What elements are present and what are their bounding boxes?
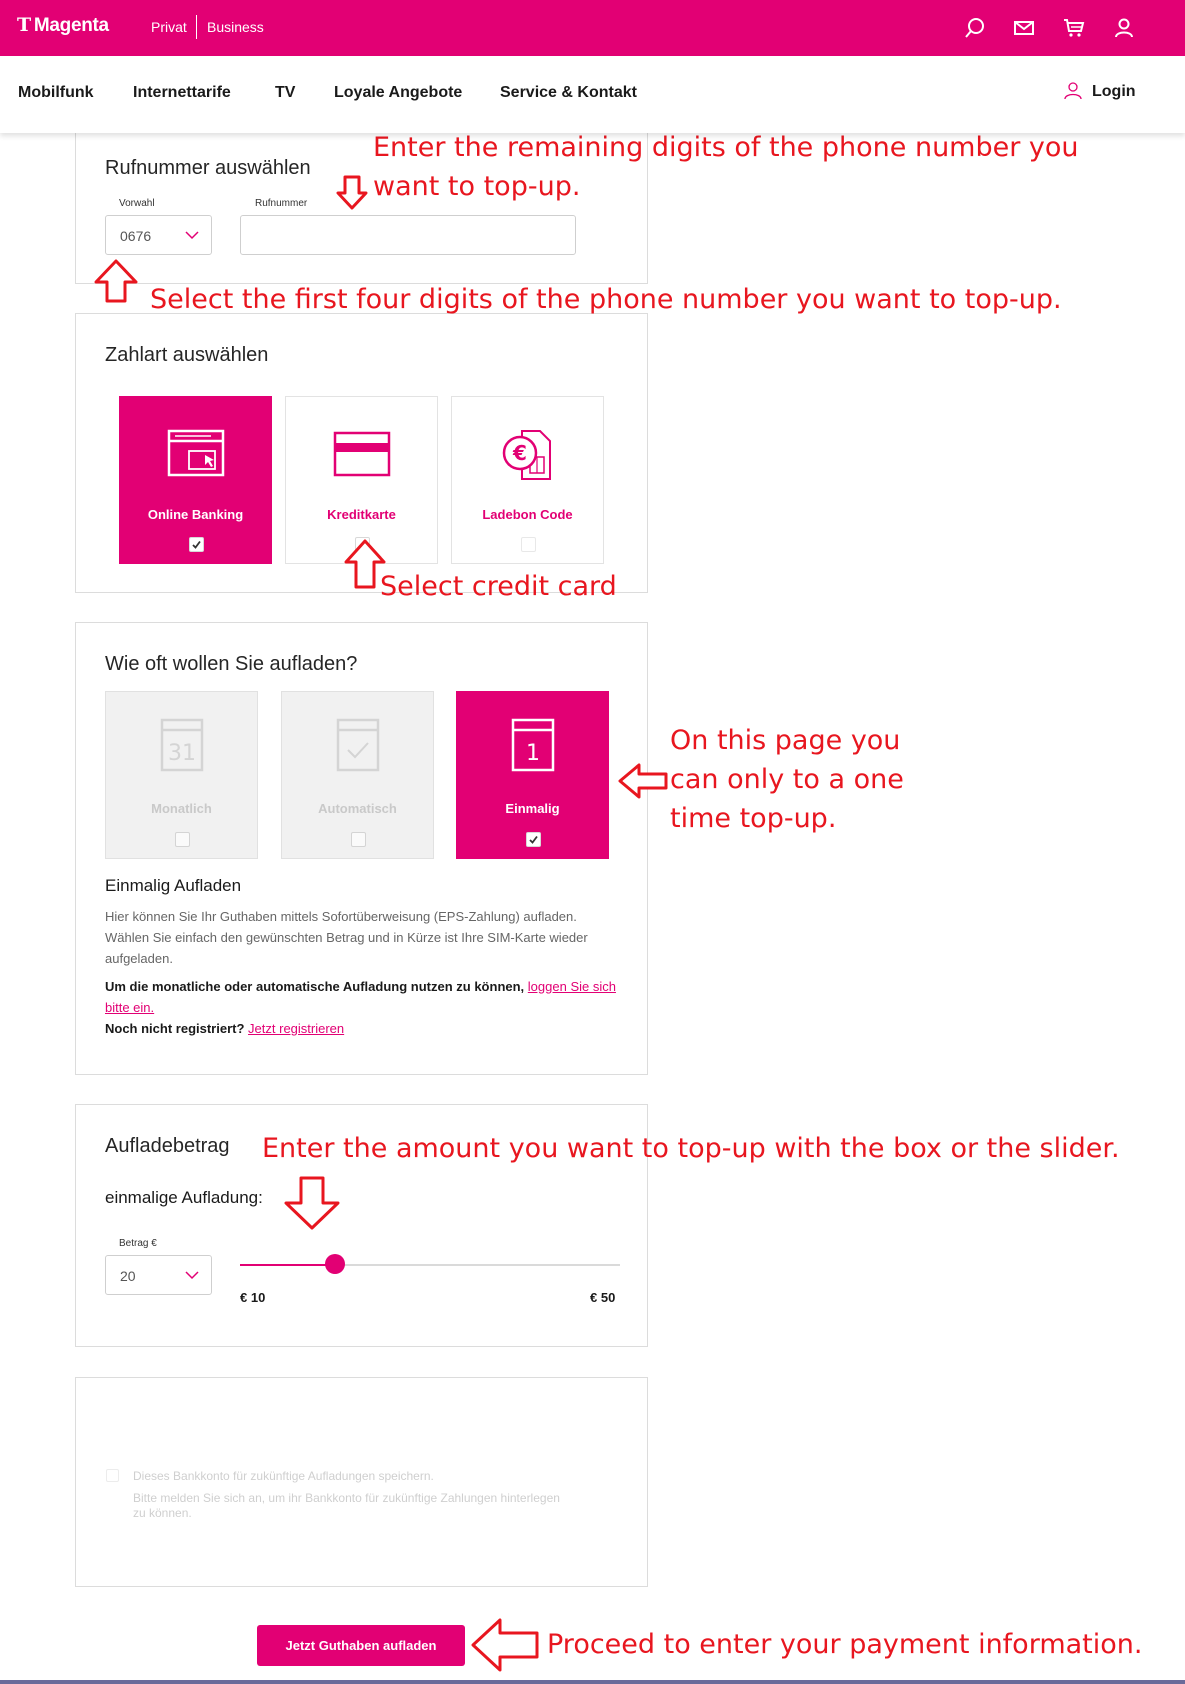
amount-value: 20 xyxy=(120,1268,136,1284)
slider-max-label: € 50 xyxy=(590,1290,616,1305)
nav-item-mobilfunk[interactable]: Mobilfunk xyxy=(18,84,94,102)
once-description: Hier können Sie Ihr Guthaben mittels Sof… xyxy=(105,909,588,966)
frequency-option-monthly[interactable]: 31 Monatlich xyxy=(105,691,258,859)
nav-item-service-kontakt[interactable]: Service & Kontakt xyxy=(500,84,637,102)
brand-name: Magenta xyxy=(33,15,109,36)
top-up-now-button[interactable]: Jetzt Guthaben aufladen xyxy=(257,1625,465,1666)
arrow-up-icon xyxy=(94,259,138,303)
save-bank-label: Dieses Bankkonto für zukünftige Aufladun… xyxy=(133,1469,434,1483)
register-hint-text: Noch nicht registriert? xyxy=(105,1021,245,1036)
search-icon[interactable] xyxy=(963,16,987,40)
login-user-icon[interactable] xyxy=(1063,81,1083,101)
checkmark-icon xyxy=(529,835,538,844)
frequency-option-label: Einmalig xyxy=(505,801,560,816)
annotation-amount: Enter the amount you want to top-up with… xyxy=(262,1133,1120,1164)
annotation-line: want to top-up. xyxy=(373,171,581,202)
payment-option-online-banking[interactable]: Online Banking xyxy=(119,396,272,564)
frequency-option-automatic[interactable]: Automatisch xyxy=(281,691,434,859)
amount-slider[interactable] xyxy=(240,1254,620,1274)
annotation-line: Enter the remaining digits of the phone … xyxy=(373,132,1079,163)
svg-text:€: € xyxy=(512,441,527,465)
prefix-value: 0676 xyxy=(120,228,152,244)
calendar-check-icon xyxy=(336,718,379,772)
register-hint: Noch nicht registriert? Jetzt registrier… xyxy=(105,1018,625,1039)
annotation-one-time: On this page you can only to a one time … xyxy=(670,721,904,838)
slider-min-label: € 10 xyxy=(240,1290,266,1305)
save-bank-checkbox[interactable] xyxy=(106,1469,119,1482)
frequency-card-title: Wie oft wollen Sie aufladen? xyxy=(105,653,358,675)
save-bank-note: Bitte melden Sie sich an, um ihr Bankkon… xyxy=(133,1491,560,1520)
arrow-down-icon xyxy=(336,175,368,210)
calendar-1-icon: 1 xyxy=(511,718,554,772)
annotation-credit-card: Select credit card xyxy=(380,571,617,602)
amount-card-title: Aufladebetrag xyxy=(105,1135,230,1157)
bottom-edge xyxy=(0,1680,1185,1684)
t-logo-icon: T xyxy=(17,14,31,36)
calendar-31-icon: 31 xyxy=(160,718,203,772)
payment-option-label: Online Banking xyxy=(147,507,244,522)
prefix-select[interactable]: 0676 xyxy=(105,215,212,255)
user-icon[interactable] xyxy=(1112,16,1136,40)
frequency-option-label: Automatisch xyxy=(318,801,397,816)
login-link[interactable]: Login xyxy=(1092,83,1136,101)
payment-option-voucher-code[interactable]: € Ladebon Code xyxy=(451,396,604,564)
cart-icon[interactable] xyxy=(1062,16,1086,40)
credit-card-icon xyxy=(333,431,390,477)
segment-business[interactable]: Business xyxy=(207,19,264,35)
online-banking-checkbox[interactable] xyxy=(189,537,204,552)
frequency-card: Wie oft wollen Sie aufladen? 31 Monatlic… xyxy=(75,622,648,1075)
euro-voucher-icon: € xyxy=(502,430,551,480)
annotation-line: time top-up. xyxy=(670,803,837,834)
slider-fill xyxy=(240,1264,335,1266)
amount-subtitle: einmalige Aufladung: xyxy=(105,1188,263,1207)
nav-item-tv[interactable]: TV xyxy=(275,84,295,102)
monthly-checkbox[interactable] xyxy=(175,832,190,847)
number-label: Rufnummer xyxy=(255,198,308,209)
login-hint-text: Um die monatliche oder automatische Aufl… xyxy=(105,979,525,994)
nav-item-internettarife[interactable]: Internettarife xyxy=(133,84,231,102)
phone-card-title: Rufnummer auswählen xyxy=(105,157,311,179)
annotation-line: On this page you xyxy=(670,725,901,756)
browser-click-icon xyxy=(167,429,224,477)
annotation-line: can only to a one xyxy=(670,764,904,795)
nav-item-loyale-angebote[interactable]: Loyale Angebote xyxy=(334,84,462,102)
segment-divider xyxy=(196,15,197,39)
voucher-checkbox[interactable] xyxy=(521,537,536,552)
once-subtitle: Einmalig Aufladen xyxy=(105,876,242,895)
annotation-first-digits: Select the first four digits of the phon… xyxy=(150,284,1062,315)
frequency-option-once[interactable]: 1 Einmalig xyxy=(456,691,609,859)
arrow-left-icon xyxy=(618,763,668,799)
arrow-left-icon xyxy=(471,1618,539,1672)
brand-logo[interactable]: T Magenta xyxy=(17,14,109,37)
mail-icon[interactable] xyxy=(1012,16,1036,40)
checkmark-icon xyxy=(192,540,201,549)
chevron-down-icon xyxy=(185,231,199,240)
top-bar: T Magenta Privat Business xyxy=(0,0,1185,56)
svg-text:31: 31 xyxy=(168,741,196,766)
payment-card-title: Zahlart auswählen xyxy=(105,344,269,366)
arrow-down-icon xyxy=(284,1176,340,1230)
segment-privat[interactable]: Privat xyxy=(151,19,187,35)
payment-option-label: Ladebon Code xyxy=(482,507,573,522)
svg-text:1: 1 xyxy=(526,741,540,766)
main-nav: Mobilfunk Internettarife TV Loyale Angeb… xyxy=(0,56,1185,133)
amount-label: Betrag € xyxy=(119,1238,157,1249)
annotation-remaining-digits: Enter the remaining digits of the phone … xyxy=(373,128,1079,206)
frequency-option-label: Monatlich xyxy=(151,801,212,816)
annotation-proceed: Proceed to enter your payment informatio… xyxy=(547,1629,1143,1660)
save-bank-card: Dieses Bankkonto für zukünftige Aufladun… xyxy=(75,1377,648,1587)
phone-number-input[interactable] xyxy=(240,215,576,255)
login-hint: Um die monatliche oder automatische Aufl… xyxy=(105,976,625,1018)
amount-select[interactable]: 20 xyxy=(105,1255,212,1295)
register-link[interactable]: Jetzt registrieren xyxy=(248,1021,344,1036)
once-checkbox[interactable] xyxy=(526,832,541,847)
payment-option-label: Kreditkarte xyxy=(327,507,396,522)
automatic-checkbox[interactable] xyxy=(351,832,366,847)
slider-handle[interactable] xyxy=(325,1254,345,1274)
prefix-label: Vorwahl xyxy=(119,198,155,209)
chevron-down-icon xyxy=(185,1271,199,1280)
